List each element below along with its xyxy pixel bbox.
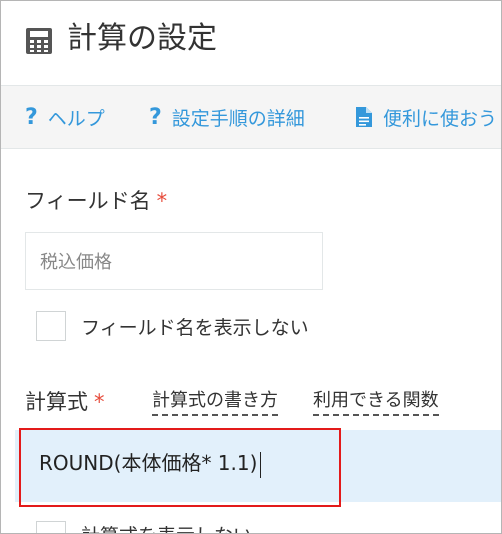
calculator-icon	[26, 28, 52, 54]
hide-formula-label[interactable]: 計算式を表示しない	[81, 521, 252, 533]
available-functions-link[interactable]: 利用できる関数	[313, 386, 439, 416]
setup-steps-link-label: 設定手順の詳細	[171, 107, 305, 130]
question-icon: ?	[149, 104, 162, 130]
required-mark: *	[94, 390, 105, 414]
highlight-box	[19, 428, 341, 507]
hide-field-name-checkbox[interactable]	[36, 311, 66, 341]
dialog-title: 計算の設定	[67, 21, 217, 56]
tips-link[interactable]: 便利に使おう	[355, 86, 497, 148]
help-link-label: ヘルプ	[47, 107, 105, 130]
question-icon: ?	[25, 104, 38, 130]
field-name-label-text: フィールド名	[25, 189, 151, 213]
hide-formula-checkbox[interactable]	[36, 521, 66, 533]
tips-link-label: 便利に使おう	[383, 107, 498, 130]
setup-steps-link[interactable]: ? 設定手順の詳細	[149, 86, 305, 148]
hide-field-name-label[interactable]: フィールド名を表示しない	[81, 313, 309, 340]
field-name-label: フィールド名 *	[25, 185, 167, 215]
document-icon	[356, 107, 372, 127]
field-name-input[interactable]: 税込価格	[25, 232, 323, 290]
help-toolbar: ? ヘルプ ? 設定手順の詳細 便利に使おう	[1, 86, 501, 149]
help-link[interactable]: ? ヘルプ	[25, 86, 105, 148]
calculation-settings-dialog: 計算の設定 ? ヘルプ ? 設定手順の詳細 便利に使おう フィールド名 * 税込価…	[0, 0, 502, 534]
formula-label-text: 計算式	[25, 390, 88, 414]
dialog-header: 計算の設定	[1, 1, 501, 86]
field-name-input-placeholder: 税込価格	[40, 252, 112, 273]
formula-label: 計算式 *	[25, 386, 105, 416]
required-mark: *	[156, 189, 168, 213]
formula-howto-link[interactable]: 計算式の書き方	[152, 386, 278, 416]
